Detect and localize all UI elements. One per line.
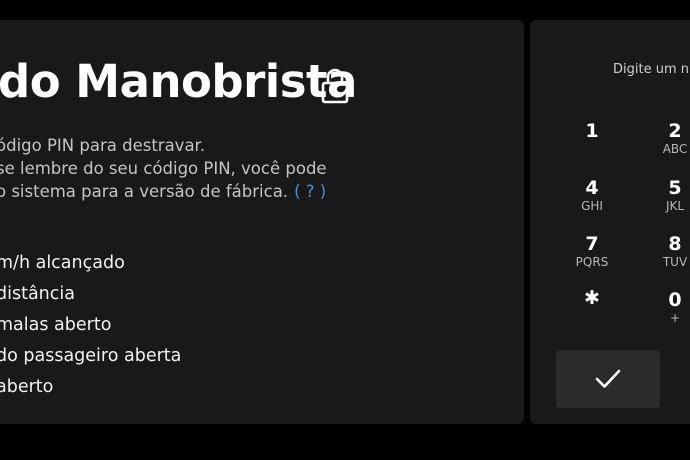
key-letters: + (669, 311, 681, 325)
unlock-conditions-list: m/h alcançado distância malas aberto do … (0, 248, 181, 403)
key-digit: 1 (585, 120, 599, 142)
key-letters: ABC (662, 142, 688, 156)
list-item: do passageiro aberta (0, 346, 182, 366)
key-letters: JKL (665, 199, 685, 213)
key-digit: 4 (585, 177, 599, 199)
list-item: distância (0, 284, 75, 304)
key-1[interactable]: 1 (557, 120, 627, 142)
description-line-with-help: o sistema para a versão de fábrica. ( ? ) (0, 180, 516, 203)
key-letters: TUV (662, 255, 688, 269)
key-digit: 5 (668, 177, 682, 199)
key-digit: 2 (668, 120, 682, 142)
description-line: o sistema para a versão de fábrica. (0, 182, 289, 201)
key-0[interactable]: 0 + (640, 289, 690, 325)
key-4[interactable]: 4 GHI (557, 177, 627, 213)
key-letters: GHI (581, 199, 603, 213)
description-line: ódigo PIN para destravar. (0, 136, 206, 155)
key-digit: 7 (585, 233, 599, 255)
key-letters: PQRS (575, 255, 609, 269)
list-item: malas aberto (0, 315, 112, 335)
key-digit: ✱ (584, 287, 600, 309)
list-item: aberto (0, 377, 54, 397)
key-7[interactable]: 7 PQRS (557, 233, 627, 269)
key-5[interactable]: 5 JKL (640, 177, 690, 213)
key-digit: 8 (668, 233, 682, 255)
description-line: se lembre do seu código PIN, você pode (0, 159, 327, 178)
list-item: m/h alcançado (0, 253, 125, 273)
pin-prompt: Digite um n (613, 62, 689, 77)
description: ódigo PIN para destravar. se lembre do s… (0, 134, 516, 203)
key-2[interactable]: 2 ABC (640, 120, 690, 156)
lock-icon (321, 68, 349, 104)
key-8[interactable]: 8 TUV (640, 233, 690, 269)
checkmark-icon (595, 369, 621, 388)
page-title: do Manobrista (0, 55, 357, 108)
key-digit: 0 (668, 289, 682, 311)
help-link[interactable]: ( ? ) (294, 182, 326, 201)
confirm-button[interactable] (556, 350, 660, 408)
key-star[interactable]: ✱ (557, 287, 627, 309)
